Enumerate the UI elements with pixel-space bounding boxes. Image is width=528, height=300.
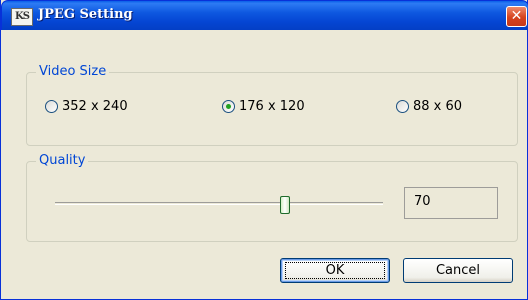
ok-button[interactable]: OK <box>280 258 390 283</box>
quality-slider-thumb[interactable] <box>280 196 290 214</box>
radio-176x120[interactable]: 176 x 120 <box>222 99 305 114</box>
cancel-button[interactable]: Cancel <box>403 258 513 283</box>
window-title: JPEG Setting <box>38 7 133 22</box>
radio-label: 176 x 120 <box>239 99 305 114</box>
radio-label: 88 x 60 <box>413 99 463 114</box>
app-icon: KS <box>11 8 33 26</box>
focus-rect <box>285 262 385 279</box>
video-size-label: Video Size <box>36 64 110 80</box>
title-bar[interactable]: KS JPEG Setting ✕ <box>1 0 528 30</box>
quality-label: Quality <box>36 153 89 169</box>
dialog-window: KS JPEG Setting ✕ Video Size 352 x 240 1… <box>0 0 528 300</box>
radio-88x60[interactable]: 88 x 60 <box>396 99 462 114</box>
radio-352x240[interactable]: 352 x 240 <box>45 99 128 114</box>
radio-button-selected-icon[interactable] <box>222 100 235 113</box>
radio-label: 352 x 240 <box>62 99 128 114</box>
radio-button-icon[interactable] <box>45 100 58 113</box>
close-button[interactable]: ✕ <box>506 6 527 27</box>
quality-slider-track[interactable] <box>55 202 383 205</box>
quality-value-field[interactable]: 70 <box>404 187 498 219</box>
radio-button-icon[interactable] <box>396 100 409 113</box>
